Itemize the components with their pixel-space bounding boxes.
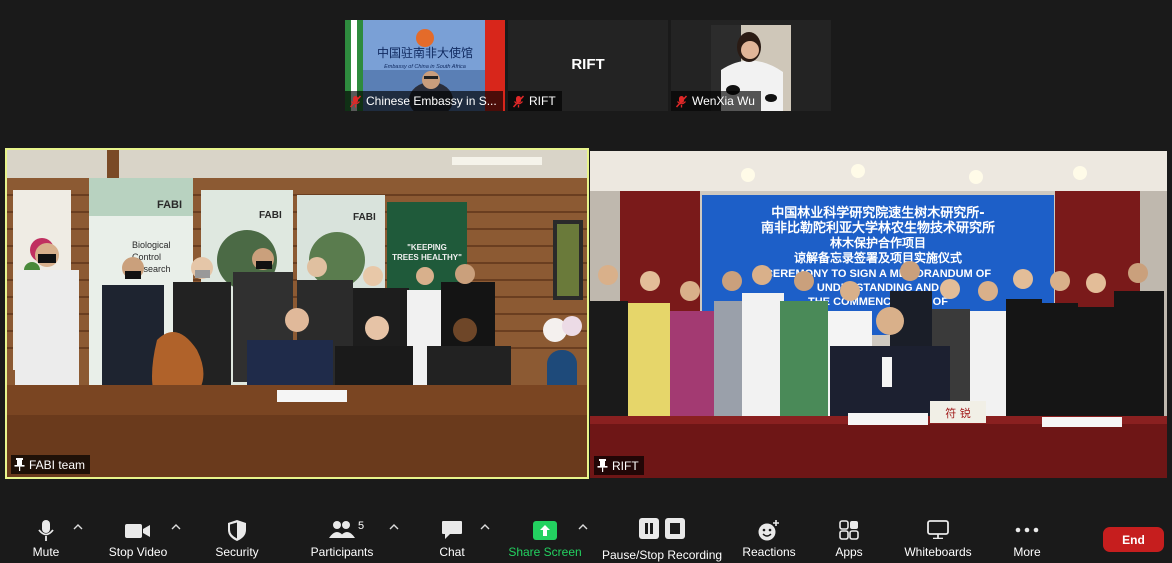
participant-name-tag: WenXia Wu: [671, 91, 761, 111]
participants-label: Participants: [310, 545, 374, 559]
mic-muted-icon: [675, 94, 688, 108]
embassy-banner-cn: 中国驻南非大使馆: [377, 45, 473, 60]
whiteboard-icon: [927, 520, 949, 539]
apps-icon: [839, 520, 859, 540]
video-tile-name: FABI team: [29, 457, 86, 472]
banner-line: 林木保护合作项目: [830, 235, 926, 250]
participant-thumb-rift[interactable]: RIFT RIFT: [508, 20, 668, 111]
participants-button[interactable]: Participants: [310, 508, 374, 563]
participant-name: RIFT: [529, 94, 556, 108]
whiteboards-button[interactable]: Whiteboards: [903, 508, 973, 563]
svg-text:FABI: FABI: [353, 212, 376, 223]
embassy-banner-en: Embassy of China in South Africa: [384, 64, 466, 70]
participant-thumb-chinese-embassy[interactable]: 中国驻南非大使馆 Embassy of China in South Afric…: [345, 20, 505, 111]
end-meeting-button[interactable]: End: [1103, 527, 1164, 552]
participant-thumb-wenxia-wu[interactable]: WenXia Wu: [671, 20, 831, 111]
security-label: Security: [215, 545, 259, 559]
participant-name: WenXia Wu: [692, 94, 755, 108]
video-tile-name-tag: FABI team: [11, 455, 91, 474]
reactions-label: Reactions: [742, 545, 796, 559]
participant-name-tag: RIFT: [508, 91, 562, 111]
banner-line: 谅解备忘录签署及项目实施仪式: [794, 250, 962, 265]
chat-button[interactable]: Chat: [430, 508, 474, 563]
participants-icon: [329, 521, 355, 538]
mic-muted-icon: [512, 94, 525, 108]
stop-video-label: Stop Video: [108, 545, 168, 559]
reactions-button[interactable]: Reactions: [740, 508, 798, 563]
video-tile-name: RIFT: [612, 458, 639, 473]
video-tile-fabi-team[interactable]: FABI Biological Control Research FABI FA…: [5, 148, 589, 479]
more-dots-icon: [1015, 527, 1039, 533]
participant-name: Chinese Embassy in S...: [366, 94, 497, 108]
svg-text:FABI: FABI: [259, 210, 282, 221]
video-camera-icon: [125, 524, 150, 538]
mute-options-chevron-icon[interactable]: [73, 523, 83, 531]
microphone-icon: [38, 520, 54, 541]
more-button[interactable]: More: [1008, 508, 1046, 563]
rift-video-feed: 中国林业科学研究院速生树木研究所- 南非比勒陀利亚大学林农生物技术研究所 林木保…: [590, 151, 1167, 478]
poster-label: FABI: [157, 199, 182, 211]
svg-text:"KEEPING: "KEEPING: [407, 243, 447, 252]
apps-label: Apps: [835, 545, 863, 559]
share-screen-button[interactable]: Share Screen: [508, 508, 582, 563]
pause-stop-recording-button[interactable]: Pause/Stop Recording: [602, 508, 722, 563]
video-options-chevron-icon[interactable]: [171, 523, 181, 531]
banner-line: 南非比勒陀利亚大学林农生物技术研究所: [761, 220, 995, 236]
stop-video-button[interactable]: Stop Video: [108, 508, 168, 563]
pin-icon: [14, 458, 25, 471]
participants-options-chevron-icon[interactable]: [389, 523, 399, 531]
chat-options-chevron-icon[interactable]: [480, 523, 490, 531]
mic-muted-icon: [349, 94, 362, 108]
video-tile-rift[interactable]: 中国林业科学研究院速生树木研究所- 南非比勒陀利亚大学林农生物技术研究所 林木保…: [590, 151, 1167, 478]
meeting-toolbar: Mute Stop Video Security Participants 5 …: [0, 508, 1172, 563]
participants-count-badge: 5: [358, 520, 365, 532]
pin-icon: [597, 459, 608, 472]
participant-name-tag: Chinese Embassy in S...: [345, 91, 503, 111]
chat-label: Chat: [439, 545, 465, 559]
more-label: More: [1013, 545, 1041, 559]
whiteboards-label: Whiteboards: [904, 545, 972, 559]
mute-label: Mute: [32, 545, 60, 559]
mute-button[interactable]: Mute: [22, 508, 70, 563]
participant-center-name: RIFT: [571, 56, 605, 73]
share-options-chevron-icon[interactable]: [578, 523, 588, 531]
fabi-video-feed: FABI Biological Control Research FABI FA…: [7, 150, 587, 477]
nameplate: 符 锐: [945, 406, 971, 420]
smiley-plus-icon: [758, 520, 779, 541]
apps-button[interactable]: Apps: [828, 508, 870, 563]
security-button[interactable]: Security: [210, 508, 264, 563]
banner-line: 中国林业科学研究院速生树木研究所-: [771, 205, 984, 221]
shield-icon: [228, 520, 246, 541]
pause-stop-recording-icon: [639, 518, 685, 539]
svg-text:TREES HEALTHY": TREES HEALTHY": [392, 253, 462, 262]
chat-bubble-icon: [442, 521, 462, 539]
share-screen-icon: [533, 521, 557, 540]
svg-text:Biological: Biological: [132, 240, 171, 250]
share-screen-label: Share Screen: [508, 545, 582, 559]
recording-label: Pause/Stop Recording: [601, 548, 723, 562]
video-tile-name-tag: RIFT: [594, 456, 644, 475]
